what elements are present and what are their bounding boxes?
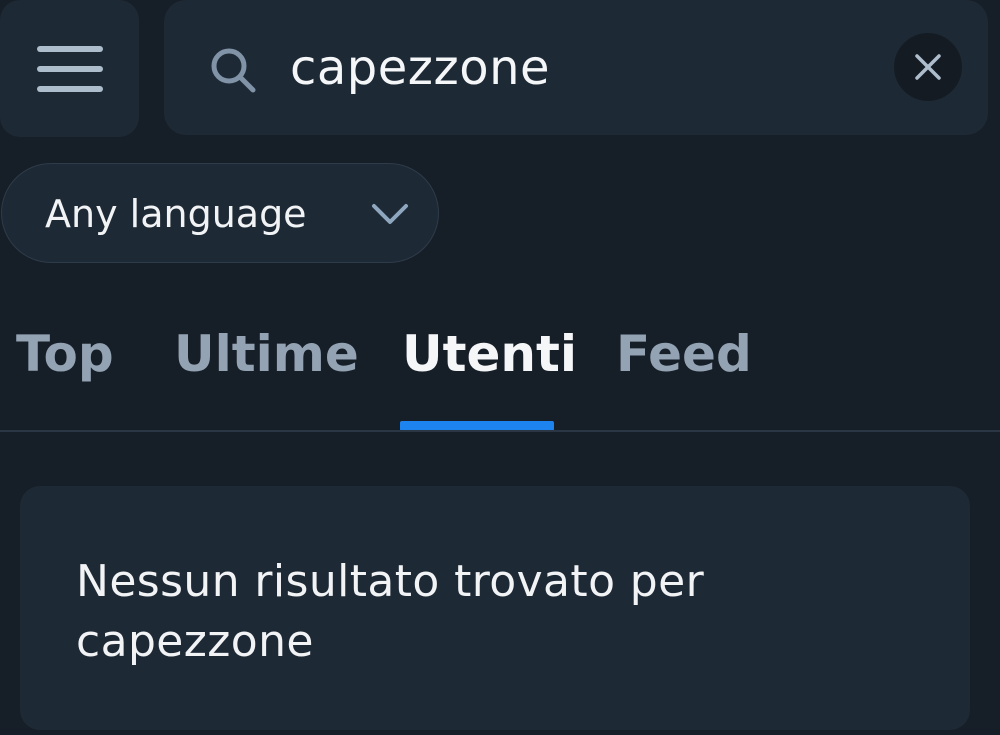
empty-results-message: Nessun risultato trovato per capezzone — [76, 552, 836, 672]
search-icon — [211, 48, 256, 93]
empty-results-line-2: capezzone — [76, 616, 314, 667]
search-input[interactable]: capezzone — [290, 38, 550, 98]
tab-bar: Top Ultime Utenti Feed — [0, 290, 1000, 431]
hamburger-menu-icon — [36, 45, 103, 92]
tabs-divider — [0, 430, 1000, 432]
tab-utenti[interactable]: Utenti — [402, 322, 577, 386]
tab-top[interactable]: Top — [16, 322, 114, 386]
search-bar[interactable]: capezzone — [164, 0, 988, 135]
language-dropdown-label: Any language — [45, 192, 307, 236]
clear-search-button[interactable] — [894, 33, 962, 101]
tab-ultime[interactable]: Ultime — [174, 322, 359, 386]
empty-results-line-1: Nessun risultato trovato per — [76, 556, 705, 607]
close-icon — [915, 54, 941, 80]
menu-button[interactable] — [0, 0, 139, 137]
tab-feed[interactable]: Feed — [616, 322, 752, 386]
chevron-down-icon — [372, 204, 408, 224]
language-dropdown[interactable]: Any language — [1, 163, 439, 263]
empty-results-card: Nessun risultato trovato per capezzone — [20, 486, 970, 730]
